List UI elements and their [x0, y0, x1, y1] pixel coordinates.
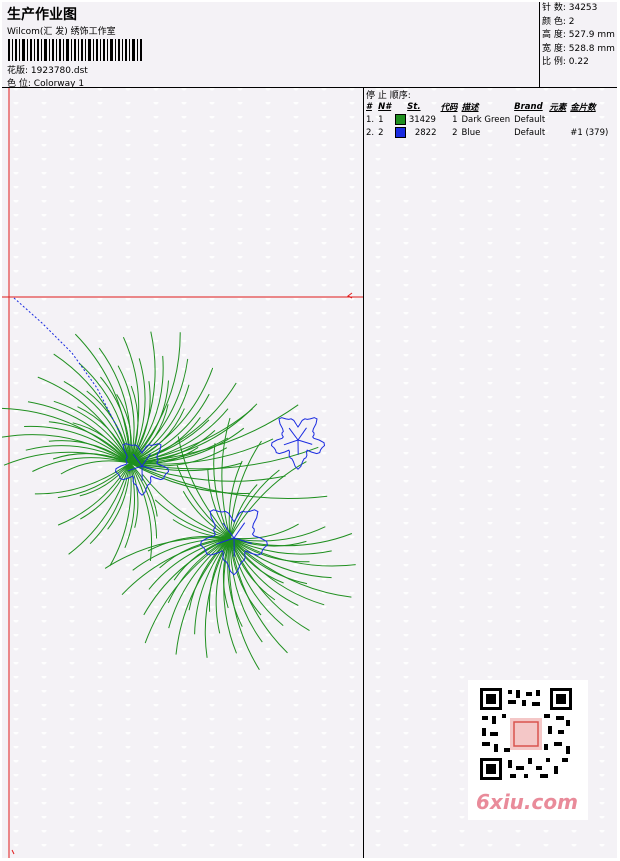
- col-sequins: 金片数: [570, 102, 596, 113]
- page-title: 生产作业图: [7, 7, 77, 23]
- design-stats: 针 数: 34253 颜 色: 2 高 度: 527.9 mm 宽 度: 528…: [540, 2, 617, 88]
- stitch-stroke: [229, 440, 262, 539]
- flower-vein: [283, 439, 299, 446]
- stitch-stroke: [229, 533, 353, 547]
- flower-vein: [297, 439, 313, 445]
- flower-vein: [297, 427, 307, 441]
- color-swatch: [395, 114, 407, 125]
- stitch-stroke: [34, 462, 131, 495]
- green-stitch-group: [2, 331, 356, 671]
- jump-trail: [13, 297, 121, 434]
- col-element: 元素: [549, 102, 567, 113]
- col-stitches: St.: [407, 101, 421, 112]
- col-needle: N#: [378, 101, 392, 112]
- watermark-site: 6xiu.com: [476, 790, 578, 814]
- qr-code: [478, 686, 574, 782]
- col-index: #: [366, 101, 372, 112]
- embroidery-drawing: [2, 88, 363, 858]
- table-row: 2. 2 2822 2 Blue Default #1 (379): [366, 127, 609, 138]
- design-width: 宽 度: 528.8 mm: [542, 43, 615, 54]
- flower-vein: [288, 427, 299, 441]
- pattern-file: 花版: 1923780.dst: [7, 66, 88, 76]
- design-scale: 比 例: 0.22: [542, 57, 589, 67]
- guide-marker-bottom: [11, 849, 15, 855]
- worksheet-header: 生产作业图 Wilcom(汇 发) 绣饰工作室 花版: 1923780.dst …: [2, 2, 540, 89]
- color-count: 颜 色: 2: [542, 16, 575, 27]
- qr-logo: [510, 718, 542, 750]
- design-preview: [2, 88, 364, 858]
- col-code: 代码: [440, 102, 458, 113]
- stitch-count: 针 数: 34253: [542, 3, 598, 13]
- table-row: 1. 1 31429 1 Dark Green Default: [366, 114, 546, 125]
- studio-name: Wilcom(汇 发) 绣饰工作室: [7, 27, 116, 37]
- stop-sequence-table: # N# St. 代码 描述 Brand 元素 金片数 1. 1 31429 1…: [364, 100, 610, 139]
- col-description: 描述: [461, 102, 479, 113]
- barcode: [8, 39, 142, 61]
- table-header-row: # N# St. 代码 描述 Brand 元素 金片数: [364, 100, 610, 113]
- color-swatch: [395, 127, 407, 138]
- col-brand: Brand: [514, 101, 543, 112]
- design-height: 高 度: 527.9 mm: [542, 30, 615, 40]
- stitch-stroke: [229, 523, 299, 540]
- watermark: 6xiu.com: [468, 680, 588, 820]
